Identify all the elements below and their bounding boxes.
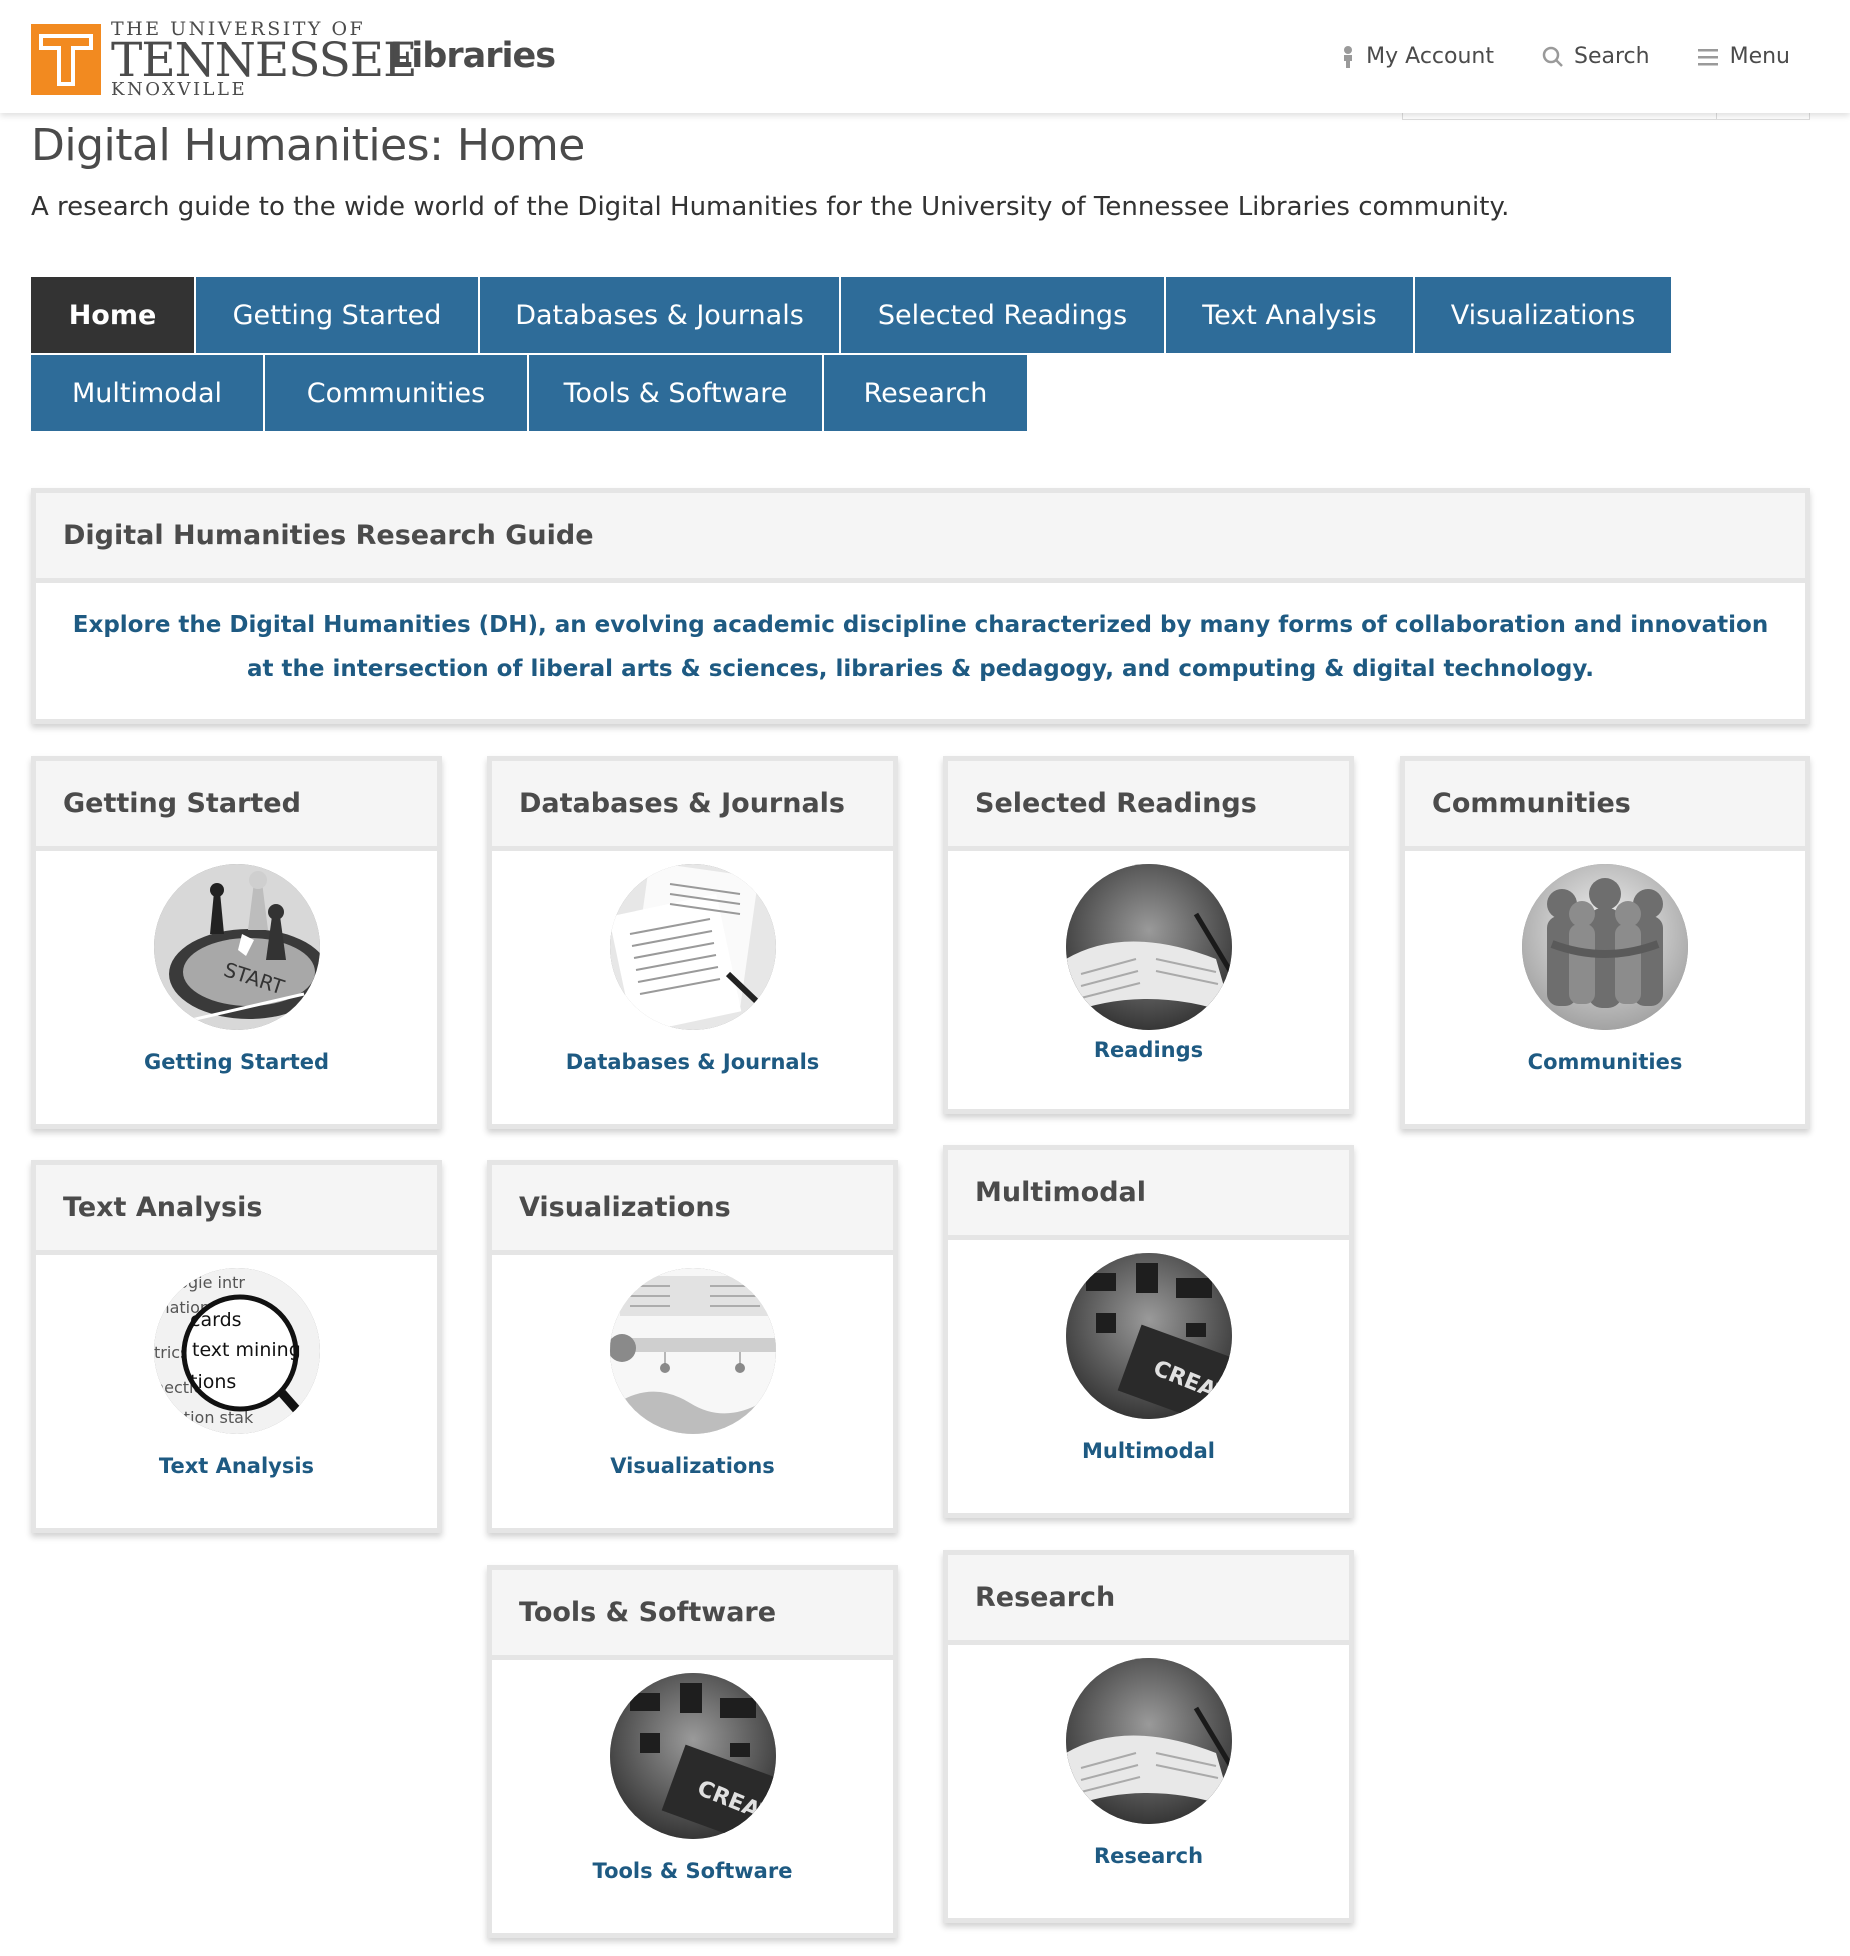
tab-getting-started[interactable]: Getting Started: [196, 277, 478, 353]
tab-communities[interactable]: Communities: [265, 355, 527, 431]
tab-row-1: Home Getting Started Databases & Journal…: [31, 277, 1681, 353]
board-game-start-image[interactable]: START: [153, 864, 320, 1030]
getting-started-box-body: START Getting Started: [36, 851, 437, 1074]
journal-pages-image[interactable]: [609, 864, 776, 1030]
selected-readings-box: Selected Readings Readings: [943, 756, 1354, 1114]
research-guide-title: Digital Humanities Research Guide: [36, 493, 1805, 583]
research-box: Research Research: [943, 1550, 1354, 1923]
getting-started-box-title: Getting Started: [36, 761, 437, 851]
power-t-icon: [31, 24, 101, 95]
text-analysis-box-title: Text Analysis: [36, 1165, 437, 1255]
research-guide-box: Digital Humanities Research Guide Explor…: [31, 488, 1810, 724]
svg-text:ologie intr: ologie intr: [164, 1273, 245, 1292]
search-link[interactable]: Search: [1542, 44, 1650, 69]
text-analysis-box-body: ologie intr mation on trics nection t at…: [36, 1255, 437, 1478]
svg-text:cards: cards: [190, 1309, 242, 1331]
menu-button[interactable]: Menu: [1697, 44, 1790, 69]
site-header: THE UNIVERSITY OF TENNESSEE KNOXVILLE Li…: [0, 0, 1850, 113]
text-analysis-box: Text Analysis ologie intr mation on tric…: [31, 1160, 442, 1533]
open-notebook-image[interactable]: [1065, 1658, 1232, 1824]
text-analysis-link[interactable]: Text Analysis: [159, 1454, 314, 1478]
libraries-link[interactable]: Libraries: [390, 36, 556, 76]
multimodal-box-body: CREATIV Multimodal: [948, 1240, 1349, 1463]
guide-tabs: Home Getting Started Databases & Journal…: [31, 277, 1681, 433]
header-nav: My Account Search Menu: [1340, 44, 1790, 69]
clay-figures-huddle-image[interactable]: [1522, 864, 1688, 1030]
search-icon: [1542, 46, 1563, 67]
visualizations-box-title: Visualizations: [492, 1165, 893, 1255]
research-box-body: Research: [948, 1645, 1349, 1868]
visualizations-link[interactable]: Visualizations: [610, 1454, 775, 1478]
multimodal-box: Multimodal CREATIV Multimodal: [943, 1145, 1354, 1518]
readings-link[interactable]: Readings: [1094, 1038, 1203, 1062]
my-account-link[interactable]: My Account: [1340, 44, 1494, 69]
svg-text:tions: tions: [190, 1371, 236, 1393]
open-notebook-image[interactable]: [1065, 864, 1232, 1030]
research-link[interactable]: Research: [1094, 1844, 1203, 1868]
communities-box-title: Communities: [1405, 761, 1805, 851]
getting-started-box: Getting Started START Getting Started: [31, 756, 442, 1129]
timeline-chart-image[interactable]: [609, 1268, 776, 1434]
tab-row-2: Multimodal Communities Tools & Software …: [31, 355, 1681, 431]
tab-home[interactable]: Home: [31, 277, 194, 353]
circuit-board-image[interactable]: CREATIV: [609, 1673, 776, 1839]
tab-research[interactable]: Research: [824, 355, 1027, 431]
account-icon: [1344, 45, 1353, 68]
multimodal-link[interactable]: Multimodal: [1082, 1439, 1215, 1463]
hamburger-icon: [1697, 48, 1718, 65]
text-mining-label: text mining: [192, 1339, 301, 1361]
tab-databases-journals[interactable]: Databases & Journals: [480, 277, 839, 353]
communities-box-body: Communities: [1405, 851, 1805, 1074]
circuit-board-image[interactable]: CREATIV: [1065, 1253, 1232, 1419]
databases-journals-box-title: Databases & Journals: [492, 761, 893, 851]
logo-line-2: TENNESSEE: [111, 33, 417, 88]
getting-started-link[interactable]: Getting Started: [144, 1050, 329, 1074]
selected-readings-box-body: Readings: [948, 851, 1349, 1062]
search-label: Search: [1574, 44, 1650, 69]
tools-software-link[interactable]: Tools & Software: [593, 1859, 793, 1883]
databases-journals-box-body: Databases & Journals: [492, 851, 893, 1074]
ut-logo[interactable]: THE UNIVERSITY OF TENNESSEE KNOXVILLE: [31, 20, 417, 99]
databases-journals-link[interactable]: Databases & Journals: [566, 1050, 820, 1074]
menu-label: Menu: [1729, 44, 1790, 69]
tab-tools-software[interactable]: Tools & Software: [529, 355, 822, 431]
page-title: Digital Humanities: Home: [31, 120, 585, 171]
tab-multimodal[interactable]: Multimodal: [31, 355, 263, 431]
tools-software-box: Tools & Software CREATIV Tools & Softwar…: [487, 1565, 898, 1938]
tab-selected-readings[interactable]: Selected Readings: [841, 277, 1164, 353]
visualizations-box-body: Visualizations: [492, 1255, 893, 1478]
page-description: A research guide to the wide world of th…: [31, 192, 1510, 222]
tab-text-analysis[interactable]: Text Analysis: [1166, 277, 1413, 353]
communities-box: Communities Communities: [1400, 756, 1810, 1129]
magnifier-text-mining-image[interactable]: ologie intr mation on trics nection t at…: [153, 1268, 320, 1434]
research-guide-text: Explore the Digital Humanities (DH), an …: [72, 612, 1769, 682]
tab-visualizations[interactable]: Visualizations: [1415, 277, 1671, 353]
my-account-label: My Account: [1366, 44, 1494, 69]
selected-readings-box-title: Selected Readings: [948, 761, 1349, 851]
communities-link[interactable]: Communities: [1528, 1050, 1683, 1074]
research-box-title: Research: [948, 1555, 1349, 1645]
tools-software-box-title: Tools & Software: [492, 1570, 893, 1660]
logo-wordmark: THE UNIVERSITY OF TENNESSEE KNOXVILLE: [111, 20, 417, 99]
visualizations-box: Visualizations Visualizations: [487, 1160, 898, 1533]
tools-software-box-body: CREATIV Tools & Software: [492, 1660, 893, 1883]
multimodal-box-title: Multimodal: [948, 1150, 1349, 1240]
databases-journals-box: Databases & Journals Databases & Journal…: [487, 756, 898, 1129]
